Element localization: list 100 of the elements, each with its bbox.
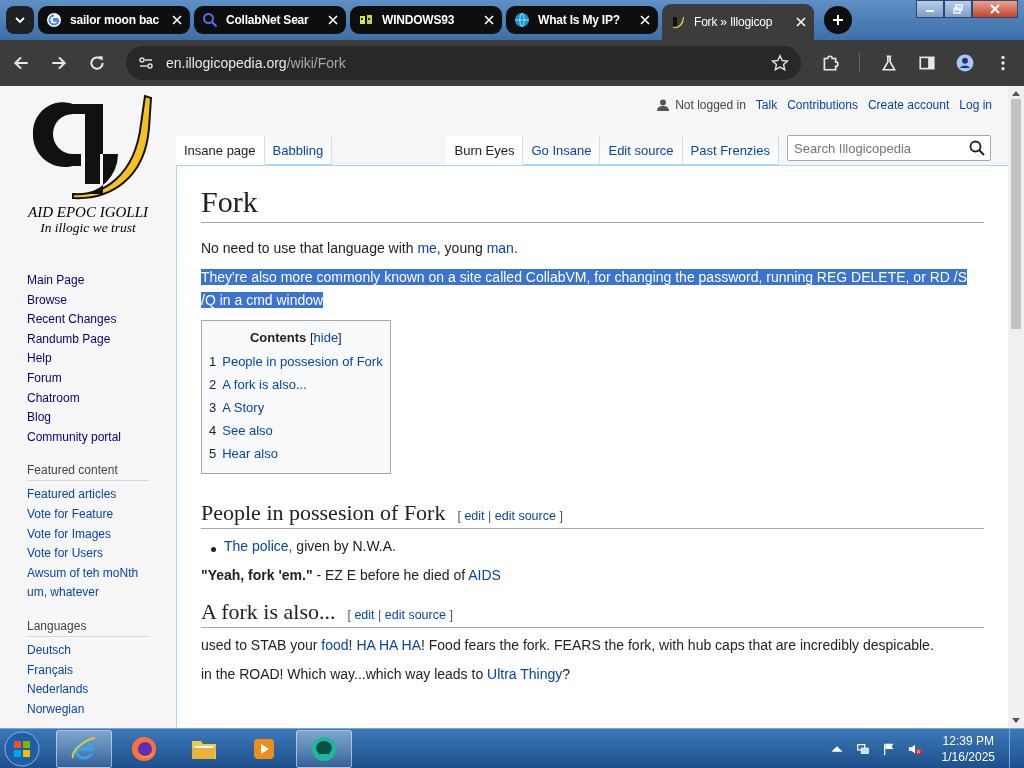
forward-icon[interactable]: [50, 54, 68, 72]
close-icon[interactable]: [484, 15, 494, 25]
link[interactable]: me: [417, 240, 437, 256]
reload-icon[interactable]: [88, 54, 106, 72]
link[interactable]: food: [321, 637, 349, 653]
sidebar-link[interactable]: Help: [27, 349, 52, 369]
profile-icon[interactable]: [956, 54, 974, 72]
list-item: The police, given by N.W.A.: [224, 537, 396, 556]
browser-tab[interactable]: What Is My IP?: [506, 6, 658, 34]
section-heading: A fork is also...: [201, 598, 336, 626]
taskbar-app[interactable]: [56, 729, 112, 768]
sidebar-heading: Languages: [27, 617, 149, 637]
paragraph: No need to use that language with me, young man.: [201, 239, 519, 258]
edit-links: [ edit | edit source ]: [347, 608, 453, 622]
contents-number: 5: [209, 445, 217, 463]
link[interactable]: The police,: [224, 538, 293, 554]
sidebar-link[interactable]: Browse: [27, 290, 67, 311]
sidebar-link[interactable]: um, whatever: [27, 583, 100, 603]
user-link[interactable]: Create account: [867, 98, 950, 112]
contents-link[interactable]: See also: [222, 419, 273, 442]
scrollbar[interactable]: [1008, 86, 1024, 728]
page-tab[interactable]: Past Frenzies: [682, 136, 779, 165]
sidebar-link[interactable]: Featured articles: [27, 485, 117, 505]
minimize-button[interactable]: [916, 0, 944, 18]
user-link[interactable]: Contributions: [787, 98, 858, 112]
bookmark-star-icon[interactable]: [771, 54, 789, 72]
sidebar-link[interactable]: Main Page: [27, 271, 85, 291]
globe-icon: [514, 12, 530, 28]
sidebar-link[interactable]: Français: [27, 660, 73, 681]
sidebar-link[interactable]: Deutsch: [27, 640, 72, 661]
link[interactable]: edit: [464, 509, 485, 523]
page-tab[interactable]: Babbling: [264, 136, 333, 165]
scroll-down-icon[interactable]: [1012, 718, 1020, 724]
google-icon: [46, 12, 62, 28]
contents-link[interactable]: Hear also: [222, 442, 278, 465]
sidebar-link[interactable]: Recent Changes: [27, 310, 117, 330]
start-button[interactable]: [4, 730, 40, 767]
search-icon: [202, 12, 218, 28]
link[interactable]: man: [486, 240, 514, 256]
sidebar-link[interactable]: Awsum of teh moNth: [27, 563, 139, 584]
scroll-up-icon[interactable]: [1012, 90, 1020, 96]
clock-date: 1/16/2025: [941, 748, 995, 765]
tab-title: Fork » Illogicop: [694, 15, 774, 29]
link[interactable]: edit: [354, 608, 375, 622]
close-icon[interactable]: [328, 15, 338, 25]
side-panel-icon[interactable]: [918, 54, 936, 72]
search-field[interactable]: Search Illogicopedia: [787, 135, 991, 161]
network-icon[interactable]: [855, 741, 870, 756]
tab-search-button[interactable]: [6, 6, 34, 34]
sidebar-link[interactable]: Nederlands: [27, 680, 89, 700]
flask-icon[interactable]: [880, 54, 898, 72]
contents-link[interactable]: People in possesion of Fork: [222, 350, 383, 373]
page-tab[interactable]: Burn Eyes: [446, 136, 524, 165]
sidebar-link[interactable]: Vote for Feature: [27, 504, 114, 525]
page-tab[interactable]: Edit source: [600, 136, 683, 165]
page-tab[interactable]: Insane page: [176, 136, 265, 165]
contents-link[interactable]: A fork is also...: [222, 373, 307, 396]
close-icon[interactable]: [172, 15, 182, 25]
contents-link[interactable]: A Story: [222, 396, 265, 419]
sidebar-link[interactable]: Community portal: [27, 427, 122, 448]
close-icon: [990, 4, 1000, 14]
browser-tab[interactable]: WINDOWS93: [350, 6, 502, 34]
sidebar-link[interactable]: Chatroom: [27, 388, 80, 409]
close-icon[interactable]: [796, 17, 806, 27]
sidebar-link[interactable]: Vote for Users: [27, 544, 104, 564]
address-bar[interactable]: en.illogicopedia.org/wiki/Fork: [126, 46, 801, 80]
sidebar-link[interactable]: Vote for Images: [27, 524, 112, 545]
restore-icon: [953, 4, 963, 14]
paragraph: in the ROAD! Which way...which way leads to Ultra Thingy?: [201, 665, 572, 684]
sidebar-link[interactable]: Forum: [27, 368, 62, 389]
link[interactable]: HA HA HA: [356, 637, 421, 653]
browser-tab[interactable]: CollabNet Sear: [194, 6, 346, 34]
sidebar-link[interactable]: Randumb Page: [27, 329, 111, 350]
link[interactable]: edit source: [384, 608, 446, 622]
page-tab[interactable]: Go Insane: [523, 136, 601, 165]
link[interactable]: edit source: [494, 509, 556, 523]
sidebar-link[interactable]: Norwegian: [27, 699, 85, 720]
scroll-thumb[interactable]: [1011, 99, 1021, 329]
search-icon[interactable]: [969, 140, 985, 156]
sidebar-heading: Featured content: [27, 462, 149, 482]
new-tab-button[interactable]: [824, 6, 852, 34]
link[interactable]: AIDS: [468, 567, 501, 583]
back-icon[interactable]: [12, 54, 30, 72]
site-settings-icon[interactable]: [138, 55, 154, 71]
user-link[interactable]: Talk: [755, 98, 778, 112]
puzzle-icon[interactable]: [821, 54, 839, 72]
edit-links: [ edit | edit source ]: [457, 509, 563, 523]
browser-tab[interactable]: sailor moon bac: [38, 6, 190, 34]
maximize-button[interactable]: [944, 0, 972, 18]
link[interactable]: Ultra Thingy: [487, 666, 563, 682]
taskbar-app[interactable]: [296, 729, 352, 768]
user-link[interactable]: Log in: [959, 98, 992, 112]
close-button[interactable]: [972, 0, 1018, 18]
clock-time: 12:39 PM: [942, 732, 994, 749]
browser-tab[interactable]: Fork » Illogicop: [662, 4, 814, 40]
close-icon[interactable]: [640, 15, 650, 25]
sidebar-link[interactable]: Blog: [27, 408, 52, 428]
flag-icon[interactable]: [881, 741, 896, 756]
user-icon: [657, 99, 670, 111]
selected-paragraph: They're also more commonly known on a site called CollabVM, for changing the password, running REG DELETE, or RD /S /Q in a cmd window: [201, 268, 969, 310]
